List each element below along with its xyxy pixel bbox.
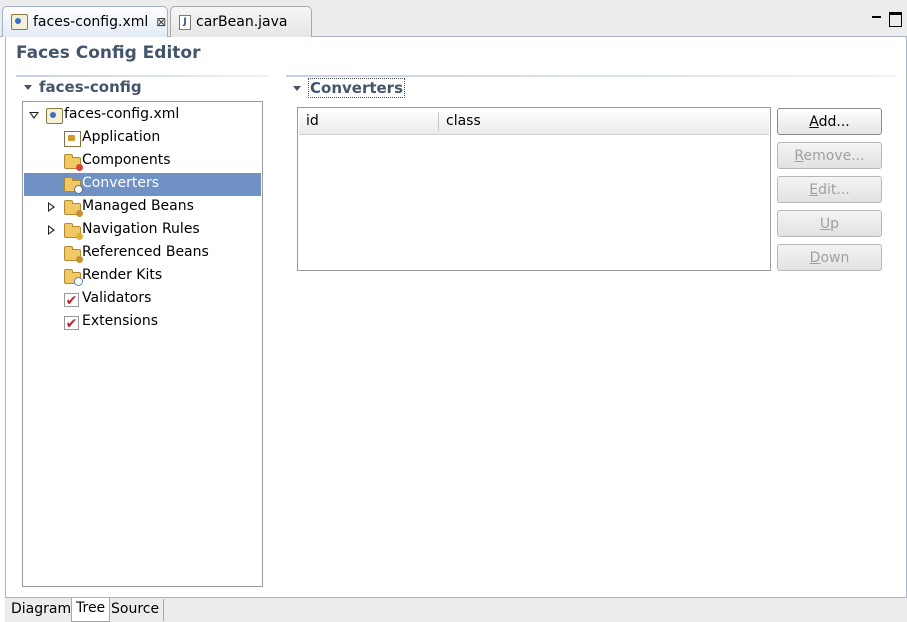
tab-diagram[interactable]: Diagram	[7, 599, 77, 621]
tree-node-application[interactable]: Application	[24, 127, 261, 150]
tree-node-label: Converters	[82, 175, 160, 191]
section-title: Converters	[308, 78, 406, 98]
converters-table[interactable]: id class	[297, 107, 771, 271]
edit-button[interactable]: Edit...	[777, 176, 882, 203]
tree-node-label: Validators	[82, 290, 152, 306]
editor-tab-bar: faces-config.xml ⊠ J carBean.java	[0, 0, 907, 37]
managed-beans-folder-icon	[64, 200, 83, 217]
components-folder-icon	[64, 154, 83, 171]
section-faces-config-header[interactable]: faces-config	[24, 78, 142, 96]
tree-node-converters[interactable]: Converters	[24, 173, 261, 196]
tab-carbean-java[interactable]: J carBean.java	[170, 6, 312, 37]
faces-config-file-icon	[11, 14, 28, 30]
tab-tree[interactable]: Tree	[71, 598, 111, 622]
section-title: faces-config	[39, 78, 142, 96]
java-file-icon: J	[179, 14, 191, 30]
tree-node-managed-beans[interactable]: Managed Beans	[24, 196, 261, 219]
converters-folder-icon	[64, 177, 83, 194]
tree-node-label: Managed Beans	[82, 198, 194, 214]
render-kits-folder-icon	[64, 269, 83, 286]
tab-label: carBean.java	[196, 14, 288, 30]
remove-button[interactable]: Remove...	[777, 142, 882, 169]
tree-node-label: Extensions	[82, 313, 159, 329]
tree-node-label: Render Kits	[82, 267, 163, 283]
tab-source[interactable]: Source	[107, 599, 165, 621]
tab-faces-config-xml[interactable]: faces-config.xml ⊠	[2, 6, 168, 37]
section-divider	[286, 75, 895, 77]
tree-node-validators[interactable]: ✔ Validators	[24, 288, 261, 311]
tree-node-label: Components	[82, 152, 171, 168]
tree-node-label: Referenced Beans	[82, 244, 209, 260]
application-icon	[64, 131, 81, 147]
extensions-check-icon: ✔	[64, 316, 79, 332]
tree-node-label: Navigation Rules	[82, 221, 200, 237]
faces-config-tree[interactable]: faces-config.xml Application Components …	[22, 101, 263, 587]
tab-label: faces-config.xml	[33, 14, 149, 30]
add-button[interactable]: Add...	[777, 108, 882, 135]
collapsed-arrow-icon[interactable]	[48, 202, 55, 212]
tree-node-label: faces-config.xml	[64, 106, 180, 122]
up-button[interactable]: Up	[777, 210, 882, 237]
collapsed-arrow-icon[interactable]	[48, 225, 55, 235]
table-header: id class	[299, 109, 769, 135]
close-icon[interactable]: ⊠	[156, 15, 166, 29]
collapse-arrow-icon[interactable]	[24, 84, 32, 90]
page-title: Faces Config Editor	[16, 43, 201, 63]
referenced-beans-folder-icon	[64, 246, 83, 263]
column-header-id[interactable]: id	[306, 113, 319, 129]
tree-node-components[interactable]: Components	[24, 150, 261, 173]
tree-node-faces-config-xml[interactable]: faces-config.xml	[24, 104, 261, 127]
tree-node-render-kits[interactable]: Render Kits	[24, 265, 261, 288]
faces-config-file-icon	[46, 108, 63, 124]
section-divider	[16, 75, 269, 77]
maximize-icon[interactable]	[889, 12, 902, 27]
validators-check-icon: ✔	[64, 293, 79, 309]
tree-node-label: Application	[82, 129, 161, 145]
column-divider[interactable]	[438, 112, 439, 131]
column-header-class[interactable]: class	[446, 113, 481, 129]
collapse-arrow-icon[interactable]	[293, 85, 301, 91]
navigation-rules-folder-icon	[64, 223, 83, 240]
expanded-arrow-icon[interactable]	[29, 112, 39, 119]
tree-node-navigation-rules[interactable]: Navigation Rules	[24, 219, 261, 242]
tree-node-referenced-beans[interactable]: Referenced Beans	[24, 242, 261, 265]
tree-node-extensions[interactable]: ✔ Extensions	[24, 311, 261, 334]
minimize-icon[interactable]	[871, 12, 882, 23]
section-converters-header[interactable]: Converters	[293, 78, 406, 98]
down-button[interactable]: Down	[777, 244, 882, 271]
